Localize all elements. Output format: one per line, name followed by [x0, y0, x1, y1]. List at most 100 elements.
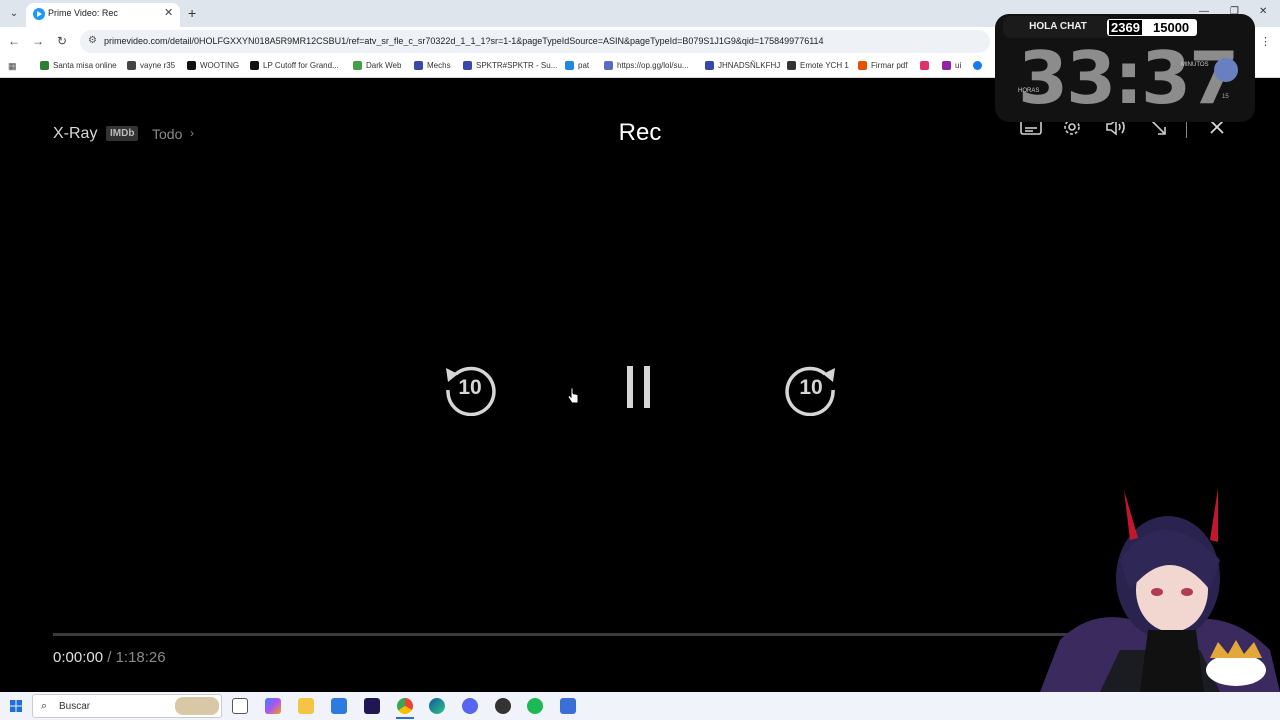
bookmark-favicon-icon — [787, 61, 796, 70]
timer-dial-icon — [1214, 58, 1238, 82]
bookmark-item[interactable] — [920, 61, 929, 70]
bookmark-favicon-icon — [187, 61, 196, 70]
new-tab-icon[interactable]: + — [188, 5, 196, 21]
bookmark-item[interactable]: LP Cutoff for Grand... — [250, 61, 339, 70]
bookmark-favicon-icon — [705, 61, 714, 70]
bookmark-favicon-icon — [858, 61, 867, 70]
bookmark-item[interactable]: Firmar pdf — [858, 61, 907, 70]
obs-icon[interactable] — [495, 698, 511, 714]
bookmark-favicon-icon — [40, 61, 49, 70]
bookmark-label: Firmar pdf — [871, 61, 908, 70]
site-info-icon[interactable]: ⚙ — [88, 35, 97, 46]
forward-seconds-label: 10 — [799, 376, 823, 399]
bookmark-item[interactable]: Mechs — [414, 61, 451, 70]
bookmark-label: LP Cutoff for Grand... — [263, 61, 339, 70]
bookmark-favicon-icon — [127, 61, 136, 70]
rewind-seconds-label: 10 — [458, 376, 482, 399]
spotify-icon[interactable] — [527, 698, 543, 714]
url-text: primevideo.com/detail/0HOLFGXXYN018A5R9M… — [104, 36, 824, 46]
chevron-right-icon: › — [190, 126, 194, 140]
app-icon[interactable] — [560, 698, 576, 714]
tab-title: Prime Video: Rec — [48, 8, 118, 18]
bookmark-label: Santa misa online — [53, 61, 117, 70]
timer-dial-value: 15 — [1222, 94, 1229, 100]
bookmark-favicon-icon — [250, 61, 259, 70]
file-explorer-icon[interactable] — [298, 698, 314, 714]
bookmark-label: WOOTING — [200, 61, 240, 70]
forward-icon[interactable]: → — [30, 34, 46, 48]
reload-icon[interactable]: ↻ — [54, 34, 70, 48]
bookmark-item[interactable]: ui — [942, 61, 961, 70]
tab-search-icon[interactable]: ⌄ — [6, 6, 22, 22]
bookmark-item[interactable]: WOOTING — [187, 61, 239, 70]
browser-menu-icon[interactable]: ⋮ — [1260, 35, 1271, 48]
bookmark-label: ui — [955, 61, 962, 70]
edge-icon[interactable] — [429, 698, 445, 714]
address-bar[interactable]: ⚙ primevideo.com/detail/0HOLFGXXYN018A5R… — [80, 30, 990, 53]
bookmark-favicon-icon — [414, 61, 423, 70]
bookmark-item[interactable] — [973, 61, 982, 70]
bookmark-favicon-icon — [463, 61, 472, 70]
chrome-icon[interactable] — [397, 698, 413, 714]
bookmark-favicon-icon — [604, 61, 613, 70]
imdb-badge: IMDb — [106, 126, 139, 141]
bookmark-item[interactable]: Santa misa online — [40, 61, 117, 70]
browser-tab-active[interactable]: Prime Video: Rec ✕ — [26, 3, 180, 27]
bookmark-label: Mechs — [427, 61, 451, 70]
bookmark-favicon-icon — [353, 61, 362, 70]
back-icon[interactable]: ← — [6, 34, 22, 48]
window-close-icon[interactable]: ✕ — [1259, 6, 1267, 17]
chat-greeting-badge: HOLA CHAT — [1003, 16, 1113, 38]
bookmark-item[interactable]: Dark Web — [353, 61, 401, 70]
discord-icon[interactable] — [462, 698, 478, 714]
bookmark-label: vayne r35 — [140, 61, 176, 70]
bookmark-label: https://op.gg/lol/su... — [617, 61, 689, 70]
task-view-icon[interactable] — [232, 698, 248, 714]
tab-close-icon[interactable]: ✕ — [164, 6, 173, 19]
timer-hours-label: HORAS — [1018, 88, 1040, 94]
prime-video-favicon-icon — [33, 8, 45, 20]
bookmark-label: Emote YCH 1 — [800, 61, 849, 70]
instagram-icon — [920, 61, 929, 70]
forward-10-button[interactable]: 10 — [783, 360, 839, 417]
timer-digits: 33:37 — [1018, 36, 1239, 120]
current-time: 0:00:00 — [53, 649, 104, 666]
xray-label[interactable]: X-Ray — [53, 125, 97, 143]
pause-icon — [627, 366, 650, 408]
goal-target-count: 15000 — [1153, 20, 1190, 35]
windows-start-icon[interactable] — [10, 700, 22, 712]
bookmark-label: JHNADSÑLKFHJ — [718, 61, 781, 70]
taskbar-search-box[interactable]: ⌕ Buscar — [32, 694, 222, 718]
rewind-10-button[interactable]: 10 — [442, 360, 498, 417]
premiere-pro-icon[interactable] — [364, 698, 380, 714]
time-separator: / — [107, 649, 112, 666]
microsoft-store-icon[interactable] — [331, 698, 347, 714]
bookmark-label: Dark Web — [366, 61, 402, 70]
streamer-avatar — [1040, 488, 1280, 692]
xray-todo-link[interactable]: Todo — [152, 126, 182, 142]
bookmark-item[interactable]: https://op.gg/lol/su... — [604, 61, 689, 70]
pause-button[interactable] — [624, 363, 656, 411]
screen: ⌄ Prime Video: Rec ✕ + — ❐ ✕ ← → ↻ ⚙ pri… — [0, 0, 1280, 720]
bookmark-favicon-icon — [942, 61, 951, 70]
bookmark-item[interactable]: SPKTR#SPKTR - Su... — [463, 61, 557, 70]
facebook-icon — [973, 61, 982, 70]
search-highlight-icon — [175, 697, 219, 715]
time-display: 0:00:00 / 1:18:26 — [53, 649, 166, 666]
video-title: Rec — [618, 119, 662, 146]
bookmark-label: pat — [578, 61, 590, 70]
duration: 1:18:26 — [115, 649, 166, 666]
goal-current-count: 2369 — [1109, 20, 1142, 35]
bookmark-item[interactable]: JHNADSÑLKFHJ — [705, 61, 780, 70]
taskbar-search-label: Buscar — [59, 701, 91, 712]
search-icon: ⌕ — [41, 700, 48, 712]
bookmark-item[interactable]: pat — [565, 61, 589, 70]
apps-grid-icon[interactable]: ▦ — [8, 61, 18, 71]
bookmark-item[interactable]: vayne r35 — [127, 61, 175, 70]
bookmark-label: SPKTR#SPKTR - Su... — [476, 61, 558, 70]
timer-minutes-label: MINUTOS — [1181, 62, 1209, 68]
copilot-icon[interactable] — [265, 698, 281, 714]
bookmark-item[interactable]: Emote YCH 1 — [787, 61, 849, 70]
hand-cursor-icon — [567, 387, 579, 404]
windows-taskbar: ⌕ Buscar — [0, 692, 1280, 720]
